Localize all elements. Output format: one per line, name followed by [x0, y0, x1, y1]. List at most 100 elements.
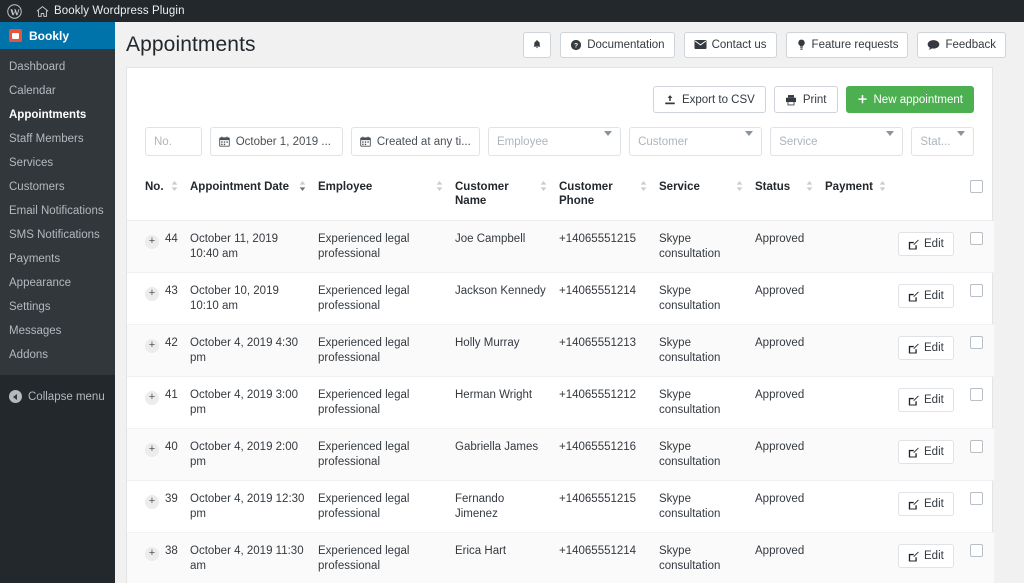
cell-appointment-date: October 4, 2019 11:30 am: [184, 532, 312, 583]
print-button[interactable]: Print: [773, 86, 838, 113]
table-row[interactable]: +42 October 4, 2019 4:30 pm Experienced le…: [127, 324, 994, 377]
filter-customer-select[interactable]: Customer: [629, 127, 763, 156]
cell-select: [964, 272, 994, 325]
sidebar-item-sms-notifications[interactable]: SMS Notifications: [0, 223, 115, 247]
cell-customer-name: Herman Wright: [449, 376, 553, 429]
collapse-menu-button[interactable]: Collapse menu: [0, 381, 115, 412]
appointments-table: No. Appointment Date Employee Customer N…: [127, 170, 994, 583]
row-checkbox[interactable]: [970, 232, 983, 245]
documentation-button[interactable]: ? Documentation: [560, 31, 675, 58]
table-row[interactable]: +40 October 4, 2019 2:00 pm Experienced le…: [127, 428, 994, 481]
column-header-customer-name[interactable]: Customer Name: [449, 170, 553, 221]
appointments-table-wrap: No. Appointment Date Employee Customer N…: [127, 156, 994, 583]
row-checkbox[interactable]: [970, 492, 983, 505]
row-checkbox[interactable]: [970, 284, 983, 297]
edit-button[interactable]: Edit: [898, 440, 954, 464]
column-header-status[interactable]: Status: [749, 170, 819, 221]
column-header-employee[interactable]: Employee: [312, 170, 449, 221]
filter-service-select[interactable]: Service: [770, 127, 904, 156]
cell-service: Skype consultation: [653, 532, 749, 583]
edit-button[interactable]: Edit: [898, 388, 954, 412]
calendar-icon: [218, 136, 230, 147]
sidebar-item-staff-members[interactable]: Staff Members: [0, 127, 115, 151]
sidebar-item-customers[interactable]: Customers: [0, 175, 115, 199]
new-appointment-button[interactable]: New appointment: [845, 86, 974, 113]
expand-row-button[interactable]: +: [145, 234, 159, 249]
feature-requests-button[interactable]: Feature requests: [785, 31, 909, 58]
column-header-no[interactable]: No.: [127, 170, 184, 221]
table-header-row: No. Appointment Date Employee Customer N…: [127, 170, 994, 221]
table-toolbar: Export to CSV Print New appointment: [127, 68, 992, 113]
select-all-checkbox[interactable]: [970, 180, 983, 193]
filter-appointment-date[interactable]: October 1, 2019 ...: [209, 127, 343, 156]
wordpress-logo-menu[interactable]: [0, 0, 29, 22]
edit-pencil-icon: [908, 447, 919, 457]
sidebar-item-calendar[interactable]: Calendar: [0, 79, 115, 103]
column-header-payment[interactable]: Payment: [819, 170, 892, 221]
sidebar-item-payments[interactable]: Payments: [0, 247, 115, 271]
sidebar-item-appointments[interactable]: Appointments: [0, 103, 115, 127]
row-checkbox[interactable]: [970, 388, 983, 401]
table-row[interactable]: +44 October 11, 2019 10:40 am Experienced …: [127, 220, 994, 273]
sidebar-item-bookly[interactable]: Bookly: [0, 22, 123, 49]
expand-row-button[interactable]: +: [145, 442, 159, 457]
column-label-payment: Payment: [825, 181, 873, 193]
sidebar-item-appearance[interactable]: Appearance: [0, 271, 115, 295]
expand-row-button[interactable]: +: [145, 390, 159, 405]
sidebar-item-messages[interactable]: Messages: [0, 319, 115, 343]
expand-row-button[interactable]: +: [145, 286, 159, 301]
cell-appointment-date: October 4, 2019 4:30 pm: [184, 324, 312, 377]
table-row[interactable]: +38 October 4, 2019 11:30 am Experienced l…: [127, 532, 994, 583]
cell-no: +39: [127, 480, 184, 533]
table-row[interactable]: +43 October 10, 2019 10:10 am Experienced …: [127, 272, 994, 325]
edit-button[interactable]: Edit: [898, 284, 954, 308]
home-icon: [36, 5, 49, 17]
sidebar-item-email-notifications[interactable]: Email Notifications: [0, 199, 115, 223]
column-header-service[interactable]: Service: [653, 170, 749, 221]
bookly-logo-icon: [9, 29, 22, 42]
notifications-button[interactable]: [523, 31, 552, 58]
feedback-button[interactable]: Feedback: [917, 31, 1006, 58]
sidebar-item-dashboard[interactable]: Dashboard: [0, 55, 115, 79]
row-number: 42: [165, 337, 178, 349]
sidebar-item-settings[interactable]: Settings: [0, 295, 115, 319]
filter-no-input[interactable]: No.: [145, 127, 202, 156]
row-checkbox[interactable]: [970, 544, 983, 557]
cell-employee: Experienced legal professional: [312, 532, 449, 583]
svg-text:?: ?: [574, 42, 578, 49]
table-row[interactable]: +41 October 4, 2019 3:00 pm Experienced le…: [127, 376, 994, 429]
cell-service: Skype consultation: [653, 324, 749, 377]
cell-appointment-date: October 4, 2019 2:00 pm: [184, 428, 312, 481]
cell-actions: Edit: [892, 220, 964, 273]
site-name-menu[interactable]: Bookly Wordpress Plugin: [29, 0, 192, 22]
cell-appointment-date: October 10, 2019 10:10 am: [184, 272, 312, 325]
expand-row-button[interactable]: +: [145, 494, 159, 509]
contact-us-button[interactable]: Contact us: [683, 31, 777, 58]
table-row[interactable]: +39 October 4, 2019 12:30 pm Experienced l…: [127, 480, 994, 533]
column-header-select-all[interactable]: [964, 170, 994, 221]
edit-button[interactable]: Edit: [898, 544, 954, 568]
sidebar-item-services[interactable]: Services: [0, 151, 115, 175]
page-title: Appointments: [126, 32, 256, 56]
filter-created-date[interactable]: Created at any ti...: [350, 127, 480, 156]
sidebar-item-addons[interactable]: Addons: [0, 343, 115, 367]
filter-employee-select[interactable]: Employee: [487, 127, 622, 156]
expand-row-button[interactable]: +: [145, 546, 159, 561]
cell-select: [964, 480, 994, 533]
row-checkbox[interactable]: [970, 440, 983, 453]
sort-icon: [540, 181, 547, 191]
column-header-customer-phone[interactable]: Customer Phone: [553, 170, 653, 221]
edit-button[interactable]: Edit: [898, 492, 954, 516]
row-number: 39: [165, 493, 178, 505]
cell-payment: [819, 220, 892, 273]
edit-button[interactable]: Edit: [898, 336, 954, 360]
export-to-csv-button[interactable]: Export to CSV: [652, 86, 766, 113]
row-checkbox[interactable]: [970, 336, 983, 349]
column-header-appointment-date[interactable]: Appointment Date: [184, 170, 312, 221]
cell-status: Approved: [749, 220, 819, 273]
column-label-customer-phone: Customer Phone: [559, 181, 613, 207]
cell-appointment-date: October 11, 2019 10:40 am: [184, 220, 312, 273]
edit-button[interactable]: Edit: [898, 232, 954, 256]
expand-row-button[interactable]: +: [145, 338, 159, 353]
filter-status-select[interactable]: Stat...: [911, 127, 975, 156]
